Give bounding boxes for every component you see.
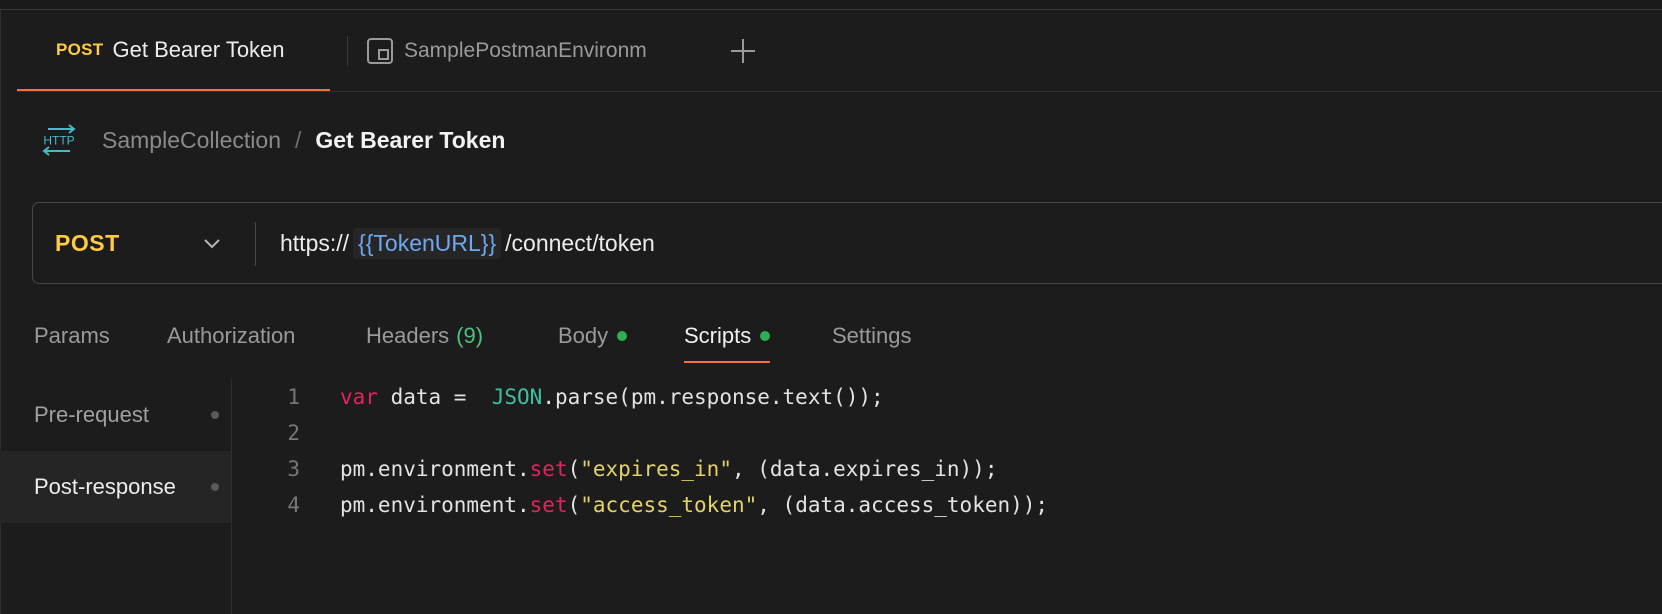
postman-app: POST Get Bearer Token SamplePostmanEnvir… <box>0 0 1662 614</box>
tab-settings[interactable]: Settings <box>832 310 912 362</box>
title-strip <box>0 0 1662 10</box>
code-token: , (data.expires_in)); <box>731 457 998 481</box>
line-number: 3 <box>287 457 300 481</box>
scripts-status-dot <box>760 330 771 341</box>
code-line: 4 pm.environment.set("access_token", (da… <box>232 487 1662 523</box>
tab-headers-label: Headers <box>366 323 450 348</box>
tab-params-label: Params <box>34 323 110 348</box>
breadcrumb-separator: / <box>294 126 302 153</box>
tab-method-badge: POST <box>56 39 104 59</box>
code-token: ( <box>567 457 581 481</box>
code-token: , (data.access_token)); <box>757 493 1049 517</box>
script-nav-pre-request-label: Pre-request <box>34 402 149 427</box>
environment-icon <box>366 37 394 65</box>
tab-settings-label: Settings <box>832 323 912 348</box>
tab-authorization[interactable]: Authorization <box>167 310 295 362</box>
method-dropdown[interactable]: POST <box>33 203 255 283</box>
code-token: pm.environment. <box>340 457 530 481</box>
code-line: 1 var data = JSON.parse(pm.response.text… <box>232 379 1662 415</box>
method-label: POST <box>55 229 120 256</box>
tab-body-label: Body <box>558 323 609 348</box>
code-text: pm.environment.set("access_token", (data… <box>340 493 1048 517</box>
code-token: set <box>529 457 568 481</box>
scripts-nav: Pre-request Post-response <box>0 379 232 614</box>
url-variable[interactable]: {{TokenURL}} <box>353 227 502 259</box>
code-editor[interactable]: 1 var data = JSON.parse(pm.response.text… <box>232 379 1662 614</box>
script-nav-pre-request[interactable]: Pre-request <box>0 379 231 451</box>
code-token: .parse(pm.response.text()); <box>542 385 884 409</box>
tab-params[interactable]: Params <box>34 310 110 362</box>
code-token: set <box>529 493 568 517</box>
request-tab-bar: POST Get Bearer Token SamplePostmanEnvir… <box>17 10 1662 92</box>
breadcrumb: HTTP SampleCollection / Get Bearer Token <box>40 120 505 160</box>
http-icon: HTTP <box>40 123 78 157</box>
code-token: pm.environment. <box>340 493 530 517</box>
url-divider <box>255 222 256 266</box>
line-number: 1 <box>287 385 300 409</box>
tab-get-bearer-token[interactable]: POST Get Bearer Token <box>17 10 330 91</box>
chevron-down-icon <box>204 239 220 249</box>
code-text: pm.environment.set("expires_in", (data.e… <box>340 457 997 481</box>
url-prefix: https:// <box>280 229 350 256</box>
tab-divider <box>347 36 348 66</box>
tab-scripts[interactable]: Scripts <box>684 310 771 363</box>
code-line: 2 <box>232 415 1662 451</box>
tab-body[interactable]: Body <box>558 310 628 362</box>
code-token: "expires_in" <box>580 457 732 481</box>
code-token: var <box>340 385 378 409</box>
script-nav-post-response-label: Post-response <box>34 474 176 499</box>
breadcrumb-collection[interactable]: SampleCollection <box>102 127 281 154</box>
body-status-dot <box>617 331 628 341</box>
tab-environment[interactable]: SamplePostmanEnvironm <box>366 10 676 91</box>
url-input[interactable]: https:// {{TokenURL}} /connect/token <box>280 203 655 283</box>
url-bar: POST https:// {{TokenURL}} /connect/toke… <box>32 202 1662 284</box>
headers-count-badge: (9) <box>456 323 484 348</box>
script-nav-post-response[interactable]: Post-response <box>0 451 231 523</box>
post-response-dot <box>211 483 219 491</box>
code-text: var data = JSON.parse(pm.response.text()… <box>340 385 884 409</box>
breadcrumb-current-request[interactable]: Get Bearer Token <box>315 127 505 154</box>
code-token: data = <box>377 385 492 409</box>
tab-scripts-label: Scripts <box>684 322 752 348</box>
tab-environment-label: SamplePostmanEnvironm <box>404 38 647 62</box>
tab-headers[interactable]: Headers (9) <box>366 310 483 362</box>
tab-authorization-label: Authorization <box>167 323 296 348</box>
code-token: JSON <box>491 385 543 409</box>
new-tab-button[interactable] <box>729 37 757 65</box>
http-icon-text: HTTP <box>43 134 74 148</box>
plus-icon <box>731 39 755 63</box>
line-number: 4 <box>287 493 300 517</box>
url-suffix: /connect/token <box>505 229 655 256</box>
line-number: 2 <box>287 421 300 445</box>
tab-title: Get Bearer Token <box>112 36 285 62</box>
code-token: "access_token" <box>580 493 758 517</box>
code-line: 3 pm.environment.set("expires_in", (data… <box>232 451 1662 487</box>
code-token: ( <box>567 493 581 517</box>
pre-request-dot <box>211 411 219 419</box>
